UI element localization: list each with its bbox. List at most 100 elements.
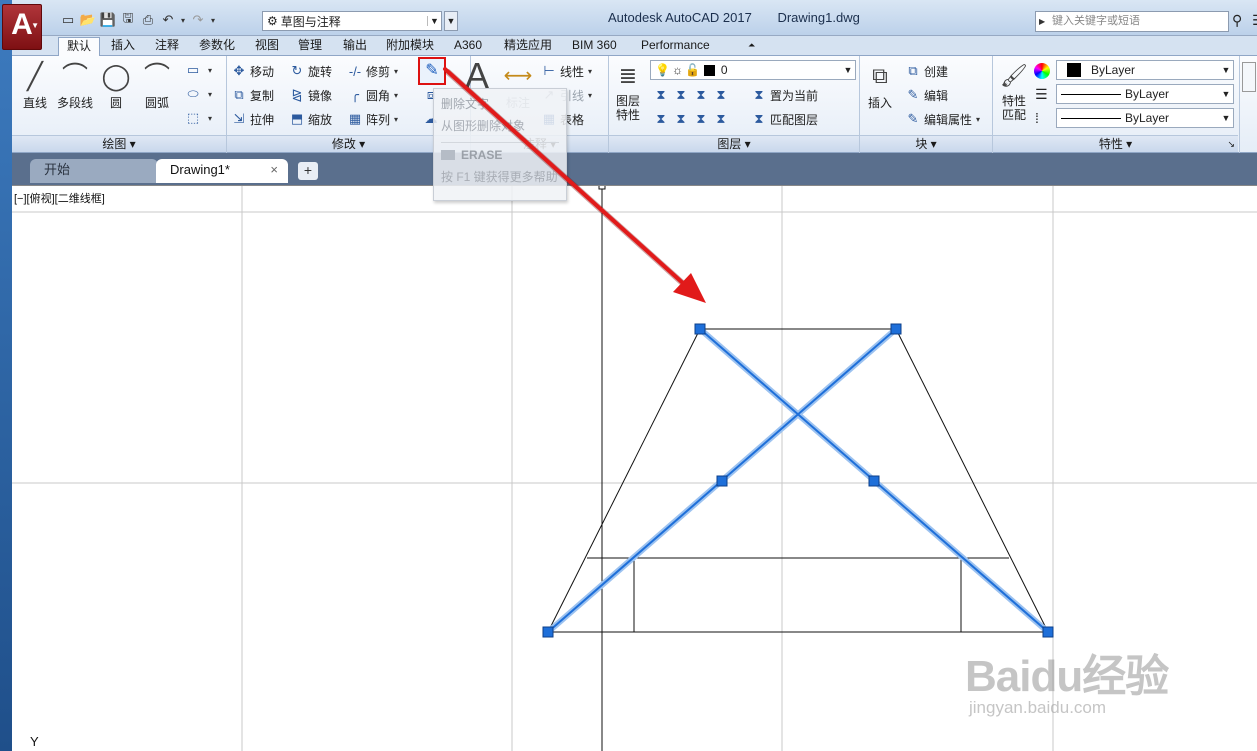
lineweight-select[interactable]: ByLayer ▼ — [1056, 108, 1234, 128]
grip[interactable] — [542, 626, 554, 638]
viewport-controls[interactable]: [−][俯视][二维线框] — [14, 190, 105, 206]
groups-button[interactable] — [1242, 62, 1256, 92]
edit-attributes-button[interactable]: ✎ 编辑属性 ▾ — [904, 109, 980, 129]
make-current-button[interactable]: ⧗ 置为当前 — [750, 85, 818, 105]
insert-block-button[interactable]: ⧉ 插入 — [860, 58, 900, 111]
circle-label: 圆 — [109, 96, 122, 110]
new-tab-button[interactable]: + — [298, 162, 318, 180]
line-button[interactable]: ╱ 直线 — [14, 58, 56, 111]
tab-bim360[interactable]: BIM 360 — [564, 37, 625, 56]
tab-annotate[interactable]: 注释 — [147, 37, 187, 56]
move-button[interactable]: ✥ 移动 — [230, 61, 274, 81]
undo-icon[interactable]: ↶ — [158, 11, 178, 29]
tab-start[interactable]: 开始 — [30, 159, 158, 183]
close-icon[interactable]: × — [270, 159, 278, 181]
grip[interactable] — [868, 475, 880, 487]
linetype-select[interactable]: ByLayer ▼ — [1056, 84, 1234, 104]
tab-manage[interactable]: 管理 — [290, 37, 330, 56]
expand-icon[interactable]: ▶ — [1039, 12, 1045, 31]
grip[interactable] — [1042, 626, 1054, 638]
rectangle-button[interactable]: ▭ ▾ — [184, 60, 212, 80]
block-panel-title[interactable]: 块 ▾ — [860, 135, 992, 152]
new-file-icon[interactable]: ▭ — [58, 11, 78, 29]
stretch-button[interactable]: ⇲ 拉伸 — [230, 109, 274, 129]
grips[interactable] — [542, 323, 1054, 638]
polyline-button[interactable]: ⌒ 多段线 — [54, 58, 96, 111]
save-as-icon[interactable]: 🖫 — [118, 10, 138, 29]
circle-button[interactable]: ◯ 圆 — [95, 58, 137, 111]
application-menu-button[interactable]: A ▼ — [2, 4, 42, 50]
match-layer-button[interactable]: ⧗ 匹配图层 — [750, 109, 818, 129]
edit-attributes-icon: ✎ — [907, 111, 919, 126]
circle-icon: ◯ — [101, 61, 131, 91]
edit-block-button[interactable]: ✎ 编辑 — [904, 85, 948, 105]
menu-bars-icon[interactable]: ☰ — [1252, 12, 1257, 29]
grip[interactable] — [716, 475, 728, 487]
tab-featured-apps[interactable]: 精选应用 — [496, 37, 560, 56]
tab-a360[interactable]: A360 — [446, 37, 490, 56]
move-icon: ✥ — [233, 63, 245, 78]
ucs-y-label: Y — [30, 734, 39, 749]
redo-icon[interactable]: ↷ — [188, 11, 208, 29]
draw-panel-title[interactable]: 绘图 ▾ — [12, 135, 226, 152]
search-input[interactable]: ▶ 键入关键字或短语 — [1035, 11, 1229, 32]
undo-dropdown-icon[interactable]: ▾ — [178, 11, 188, 29]
tab-default[interactable]: 默认 — [58, 37, 101, 56]
tab-drawing1[interactable]: Drawing1* × — [156, 159, 288, 183]
tab-performance[interactable]: Performance — [633, 37, 718, 56]
trapezoid-left[interactable] — [547, 328, 701, 633]
lightbulb-icon: 💡 — [655, 63, 670, 77]
color-select[interactable]: ByLayer ▼ — [1056, 60, 1234, 80]
caret-down-icon: ▼ — [31, 21, 39, 30]
layer-properties-button[interactable]: ≣ 图层 特性 — [608, 58, 648, 122]
erase-button[interactable]: ✎ — [418, 57, 446, 85]
properties-panel-title[interactable]: 特性 ▾ ↘ — [993, 135, 1238, 152]
ribbon-tab-bar: 默认 插入 注释 参数化 视图 管理 输出 附加模块 A360 精选应用 BIM… — [12, 36, 1257, 56]
linear-button[interactable]: ⊢ 线性 ▾ — [540, 61, 592, 81]
rotate-button[interactable]: ↻ 旋转 — [288, 61, 332, 81]
fillet-button[interactable]: ╭ 圆角 ▾ — [346, 85, 398, 105]
selected-diagonals[interactable] — [546, 326, 1050, 635]
redo-dropdown-icon[interactable]: ▾ — [208, 11, 218, 29]
tab-parametric[interactable]: 参数化 — [191, 37, 243, 56]
layers-panel-title[interactable]: 图层 ▾ — [609, 135, 859, 152]
layer-tools-row2[interactable]: ⧗ ⧗ ⧗ ⧗ — [652, 109, 732, 129]
region-button[interactable]: ⬚ ▾ — [184, 108, 212, 128]
ellipse-icon: ⬭ — [187, 86, 199, 101]
mirror-button[interactable]: ⧎ 镜像 — [288, 85, 332, 105]
trapezoid-right[interactable] — [895, 328, 1049, 633]
copy-button[interactable]: ⧉ 复制 — [230, 85, 274, 105]
grip[interactable] — [694, 323, 706, 335]
fillet-icon: ╭ — [351, 87, 359, 102]
arc-button[interactable]: ⌒ 圆弧 — [136, 58, 178, 111]
open-file-icon[interactable]: 📂 — [78, 11, 98, 29]
layer-off-icon: ⧗ — [656, 87, 666, 102]
layer-thaw-icon: ⧗ — [696, 111, 706, 126]
chevron-down-icon: ▼ — [427, 16, 441, 26]
tab-view[interactable]: 视图 — [247, 37, 287, 56]
ribbon-toggle-icon[interactable]: ⏶ — [740, 37, 763, 56]
app-logo: A — [11, 8, 33, 41]
scale-button[interactable]: ⬒ 缩放 — [288, 109, 332, 129]
match-properties-button[interactable]: 🖌 特性 匹配 — [994, 58, 1034, 122]
panel-divider — [1239, 56, 1240, 153]
tab-insert[interactable]: 插入 — [103, 37, 143, 56]
customize-qat-button[interactable]: ▼ — [444, 11, 458, 31]
grip[interactable] — [890, 323, 902, 335]
print-icon[interactable]: ⎙ — [138, 11, 158, 29]
trapezoid[interactable] — [547, 328, 1049, 633]
workspace-select[interactable]: ⚙ 草图与注释 ▼ — [262, 11, 442, 31]
hatch-button[interactable]: ⬭ ▾ — [184, 84, 212, 104]
layer-on-icon: ⧗ — [656, 111, 666, 126]
tab-output[interactable]: 输出 — [335, 37, 375, 56]
layer-select[interactable]: 💡 ☼ 🔓 0 ▼ — [650, 60, 856, 80]
save-icon[interactable]: 💾 — [98, 11, 118, 29]
binoculars-icon[interactable]: ⚲ — [1232, 12, 1242, 29]
ucs-grip[interactable] — [598, 186, 606, 190]
tab-addins[interactable]: 附加模块 — [378, 37, 442, 56]
array-button[interactable]: ▦ 阵列 ▾ — [346, 109, 398, 129]
layer-tools-row1[interactable]: ⧗ ⧗ ⧗ ⧗ — [652, 85, 732, 105]
dialog-launcher-icon[interactable]: ↘ — [1227, 136, 1235, 152]
create-block-button[interactable]: ⧉ 创建 — [904, 61, 948, 81]
trim-button[interactable]: -/- 修剪 ▾ — [346, 61, 398, 81]
